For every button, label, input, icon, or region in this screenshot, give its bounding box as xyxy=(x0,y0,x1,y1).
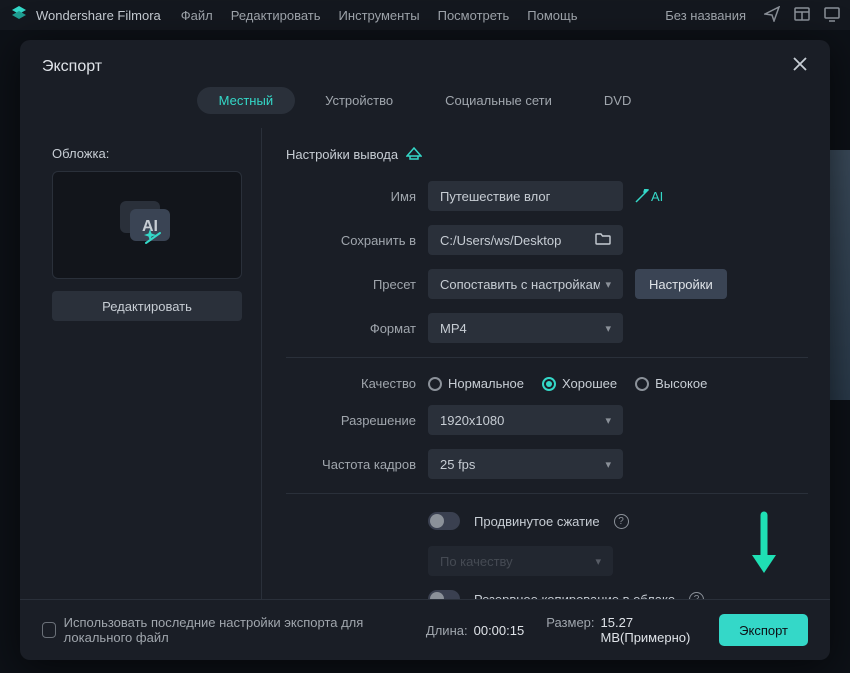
cloud-backup-label: Резервное копирование в облако xyxy=(474,592,675,600)
divider xyxy=(286,357,808,358)
menu-file[interactable]: Файл xyxy=(181,8,213,23)
close-icon[interactable] xyxy=(792,56,808,77)
background-preview-strip xyxy=(830,150,850,400)
output-settings-title: Настройки вывода xyxy=(286,147,398,162)
export-button[interactable]: Экспорт xyxy=(719,614,808,646)
format-select[interactable]: MP4 ▾ xyxy=(428,313,623,343)
fps-label: Частота кадров xyxy=(286,457,416,472)
quality-normal[interactable]: Нормальное xyxy=(428,376,524,391)
length-value: 00:00:15 xyxy=(474,623,525,638)
saveto-label: Сохранить в xyxy=(286,233,416,248)
preset-label: Пресет xyxy=(286,277,416,292)
export-modal: Экспорт Местный Устройство Социальные се… xyxy=(20,40,830,660)
edit-cover-button[interactable]: Редактировать xyxy=(52,291,242,321)
cover-panel: Обложка: AI Редактировать xyxy=(42,128,262,599)
chevron-down-icon: ▾ xyxy=(605,322,611,335)
cover-thumbnail[interactable]: AI xyxy=(52,171,242,279)
divider xyxy=(286,493,808,494)
menu-help[interactable]: Помощь xyxy=(527,8,577,23)
format-label: Формат xyxy=(286,321,416,336)
chevron-down-icon: ▾ xyxy=(595,555,601,568)
document-title: Без названия xyxy=(665,8,746,23)
size-value: 15.27 MB(Примерно) xyxy=(601,615,698,645)
modal-title: Экспорт xyxy=(42,58,102,76)
chevron-down-icon: ▾ xyxy=(605,458,611,471)
menu-edit[interactable]: Редактировать xyxy=(231,8,321,23)
advanced-compression-toggle[interactable] xyxy=(428,512,460,530)
app-bar: Wondershare Filmora Файл Редактировать И… xyxy=(0,0,850,30)
screen-icon[interactable] xyxy=(824,6,840,25)
use-last-settings-checkbox[interactable]: Использовать последние настройки экспорт… xyxy=(42,615,404,645)
menu-tools[interactable]: Инструменты xyxy=(339,8,420,23)
layout-icon[interactable] xyxy=(794,6,810,25)
quality-radio-group: Нормальное Хорошее Высокое xyxy=(428,376,707,391)
output-settings-badge-icon xyxy=(406,146,422,163)
info-icon[interactable]: ? xyxy=(614,514,629,529)
quality-high[interactable]: Высокое xyxy=(635,376,707,391)
saveto-field[interactable]: C:/Users/ws/Desktop xyxy=(428,225,623,255)
name-input[interactable] xyxy=(428,181,623,211)
fps-select[interactable]: 25 fps ▾ xyxy=(428,449,623,479)
length-key: Длина: xyxy=(426,623,468,638)
tab-device[interactable]: Устройство xyxy=(303,87,415,114)
advanced-compression-label: Продвинутое сжатие xyxy=(474,514,600,529)
send-icon[interactable] xyxy=(764,6,780,25)
app-brand: Wondershare Filmora xyxy=(36,8,161,23)
chevron-down-icon: ▾ xyxy=(605,278,611,291)
resolution-select[interactable]: 1920x1080 ▾ xyxy=(428,405,623,435)
cover-label: Обложка: xyxy=(52,146,243,161)
tab-dvd[interactable]: DVD xyxy=(582,87,653,114)
output-settings-panel: Настройки вывода Имя AI Сохранить в C:/U… xyxy=(262,128,808,599)
folder-icon[interactable] xyxy=(595,232,611,249)
preset-select[interactable]: Сопоставить с настройками про ▾ xyxy=(428,269,623,299)
app-menu: Файл Редактировать Инструменты Посмотрет… xyxy=(181,8,578,23)
quality-label: Качество xyxy=(286,376,416,391)
ai-name-button[interactable]: AI xyxy=(635,189,663,204)
menu-view[interactable]: Посмотреть xyxy=(438,8,510,23)
export-tabs: Местный Устройство Социальные сети DVD xyxy=(20,87,830,128)
resolution-label: Разрешение xyxy=(286,413,416,428)
chevron-down-icon: ▾ xyxy=(605,414,611,427)
size-key: Размер: xyxy=(546,615,594,645)
info-icon[interactable]: ? xyxy=(689,592,704,600)
cloud-backup-toggle[interactable] xyxy=(428,590,460,599)
tab-social[interactable]: Социальные сети xyxy=(423,87,574,114)
quality-good[interactable]: Хорошее xyxy=(542,376,617,391)
preset-settings-button[interactable]: Настройки xyxy=(635,269,727,299)
compression-mode-select: По качеству ▾ xyxy=(428,546,613,576)
app-logo-icon xyxy=(10,6,28,24)
name-label: Имя xyxy=(286,189,416,204)
tab-local[interactable]: Местный xyxy=(197,87,295,114)
modal-footer: Использовать последние настройки экспорт… xyxy=(20,599,830,660)
